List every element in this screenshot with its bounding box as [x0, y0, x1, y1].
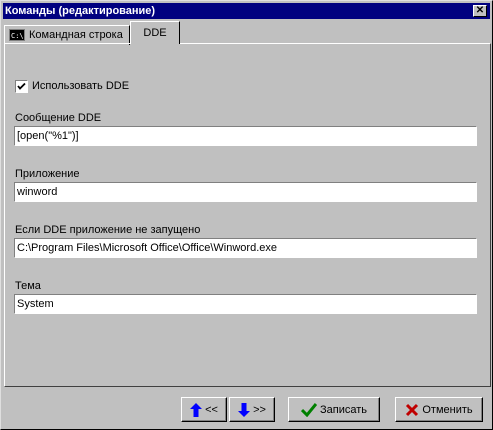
next-button[interactable]: >> — [229, 397, 275, 422]
checkmark-icon — [300, 402, 317, 417]
tab-command-line-label: Командная строка — [29, 29, 123, 41]
tab-dde-label: DDE — [143, 27, 167, 39]
title-bar: Команды (редактирование) ✕ — [3, 3, 490, 19]
dde-message-field[interactable] — [14, 126, 477, 146]
checkmark-icon — [17, 82, 26, 90]
close-icon: ✕ — [475, 5, 485, 16]
topic-field[interactable] — [14, 294, 477, 314]
tab-command-line[interactable]: C:\ Командная строка — [4, 25, 130, 45]
application-label: Приложение — [15, 168, 80, 180]
commands-edit-dialog: Команды (редактирование) ✕ C:\ Командная … — [0, 0, 493, 430]
window-title: Команды (редактирование) — [5, 5, 156, 17]
use-dde-label: Использовать DDE — [32, 80, 130, 92]
tab-dde[interactable]: DDE — [130, 21, 180, 44]
close-button[interactable]: ✕ — [473, 5, 487, 17]
dde-not-running-field[interactable] — [14, 238, 477, 258]
use-dde-checkbox[interactable] — [15, 80, 28, 93]
previous-button-label: << — [205, 403, 218, 416]
next-button-label: >> — [253, 403, 266, 416]
arrow-down-icon — [238, 402, 251, 417]
save-button[interactable]: Записать — [288, 397, 380, 422]
dde-message-label: Сообщение DDE — [15, 112, 102, 124]
cross-icon — [406, 403, 419, 416]
application-field[interactable] — [14, 182, 477, 202]
topic-label: Тема — [15, 280, 41, 292]
save-button-label: Записать — [319, 403, 367, 416]
cancel-button[interactable]: Отменить — [395, 397, 483, 422]
arrow-up-icon — [190, 402, 203, 417]
dde-tab-panel — [4, 43, 491, 387]
cancel-button-label: Отменить — [422, 403, 473, 416]
command-prompt-icon: C:\ — [9, 29, 25, 42]
dde-not-running-label: Если DDE приложение не запущено — [15, 224, 201, 236]
previous-button[interactable]: << — [181, 397, 227, 422]
